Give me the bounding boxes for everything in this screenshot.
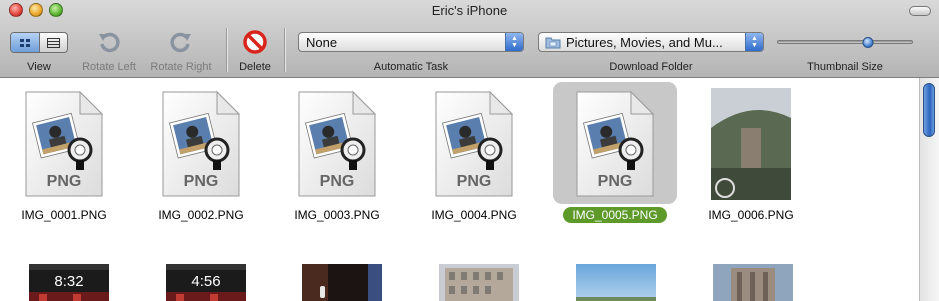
- popup-arrows-icon: ▲ ▼: [745, 33, 763, 51]
- png-file-icon: PNG: [434, 90, 514, 198]
- tower-photo-image: [713, 264, 793, 301]
- thumbnail-name: IMG_0002.PNG: [137, 208, 265, 222]
- png-file-icon: PNG: [24, 90, 104, 198]
- thumbnail-item[interactable]: PNG IMG_0001.PNG: [0, 82, 128, 222]
- download-folder-popup[interactable]: Pictures, Movies, and Mu... ▲ ▼: [538, 32, 764, 52]
- automatic-task-value: None: [306, 34, 338, 50]
- thumbnail-size-label: Thumbnail Size: [807, 61, 883, 73]
- view-label: View: [27, 61, 51, 73]
- scrollbar-thumb[interactable]: [923, 83, 935, 137]
- photo-thumbnail-image: [711, 88, 791, 205]
- thumbnail-lockscreen-2[interactable]: 4:56: [166, 264, 246, 301]
- thumbnail-tower-photo[interactable]: [713, 264, 793, 301]
- toolbar: Eric's iPhone View Rotate Left Rotate Ri…: [0, 0, 939, 78]
- dark-photo-image: [302, 264, 382, 301]
- file-type-label: PNG: [184, 173, 219, 190]
- thumbnail-name-text: IMG_0004.PNG: [431, 208, 517, 222]
- thumbnail-name: IMG_0004.PNG: [410, 208, 538, 222]
- thumbnail-item[interactable]: PNG IMG_0004.PNG: [410, 82, 538, 222]
- lockscreen-time: 8:32: [54, 273, 83, 290]
- automatic-task-popup[interactable]: None ▲ ▼: [298, 32, 524, 52]
- thumbnail-dark-photo[interactable]: [302, 264, 382, 301]
- file-type-label: PNG: [47, 173, 82, 190]
- thumbnail-name: IMG_0001.PNG: [0, 208, 128, 222]
- thumbnail-name: IMG_0003.PNG: [273, 208, 401, 222]
- view-segmented-control[interactable]: [10, 32, 68, 53]
- window-title: Eric's iPhone: [431, 3, 508, 18]
- rotate-right-button[interactable]: [167, 28, 195, 56]
- thumbnail-name-text: IMG_0005.PNG: [563, 207, 667, 223]
- png-file-icon: PNG: [161, 90, 241, 198]
- rotate-left-icon: [99, 32, 120, 53]
- thumbnail-building-photo[interactable]: [439, 264, 519, 301]
- slider-knob[interactable]: [862, 37, 874, 48]
- download-folder-value: Pictures, Movies, and Mu...: [566, 34, 723, 50]
- thumbnail-lockscreen-1[interactable]: 8:32: [29, 264, 109, 301]
- toolbar-separator: [226, 28, 228, 72]
- download-folder-label: Download Folder: [609, 61, 693, 73]
- lockscreen-image: 4:56: [166, 264, 246, 301]
- thumbnail-item[interactable]: PNG IMG_0003.PNG: [273, 82, 401, 222]
- rotate-left-label: Rotate Left: [82, 61, 136, 73]
- sky-photo-image: [576, 264, 656, 301]
- delete-label: Delete: [239, 61, 271, 73]
- file-type-label: PNG: [598, 173, 633, 190]
- automatic-task-label: Automatic Task: [373, 61, 449, 73]
- png-file-icon: PNG: [297, 90, 377, 198]
- thumbnail-item[interactable]: IMG_0006.PNG: [687, 82, 815, 222]
- thumbnail-name-text: IMG_0006.PNG: [708, 208, 794, 222]
- thumbnail-grid: PNG IMG_0001.PNG PNG IMG_0002.PNG PNG IMG_000…: [0, 78, 919, 301]
- list-icon: [46, 37, 60, 48]
- rotate-left-button[interactable]: [95, 28, 123, 56]
- thumbnail-name-text: IMG_0001.PNG: [21, 208, 107, 222]
- list-view-button[interactable]: [38, 33, 68, 52]
- lockscreen-image: 8:32: [29, 264, 109, 301]
- delete-icon: [243, 30, 267, 54]
- thumbnail-sky-photo[interactable]: [576, 264, 656, 301]
- file-type-label: PNG: [320, 173, 355, 190]
- delete-button[interactable]: [241, 28, 269, 56]
- thumbnail-item[interactable]: PNG IMG_0005.PNG: [551, 82, 679, 223]
- thumbnail-name: IMG_0005.PNG: [551, 207, 679, 223]
- thumbnail-name-text: IMG_0003.PNG: [294, 208, 380, 222]
- grid-icon: [19, 38, 30, 47]
- png-file-icon: PNG: [575, 90, 655, 198]
- toolbar-toggle-button[interactable]: [909, 6, 931, 16]
- thumbnail-name: IMG_0006.PNG: [687, 208, 815, 222]
- thumbnail-size-slider[interactable]: [777, 37, 913, 48]
- toolbar-separator: [284, 28, 286, 72]
- vertical-scrollbar[interactable]: [919, 78, 939, 301]
- icon-view-button[interactable]: [11, 33, 39, 52]
- popup-arrows-icon: ▲ ▼: [505, 33, 523, 51]
- building-photo-image: [439, 264, 519, 301]
- thumbnail-name-text: IMG_0002.PNG: [158, 208, 244, 222]
- thumbnail-item[interactable]: PNG IMG_0002.PNG: [137, 82, 265, 222]
- lockscreen-time: 4:56: [191, 273, 220, 290]
- folder-icon: [545, 37, 561, 48]
- file-type-label: PNG: [457, 173, 492, 190]
- rotate-right-icon: [170, 32, 191, 53]
- rotate-right-label: Rotate Right: [150, 61, 212, 73]
